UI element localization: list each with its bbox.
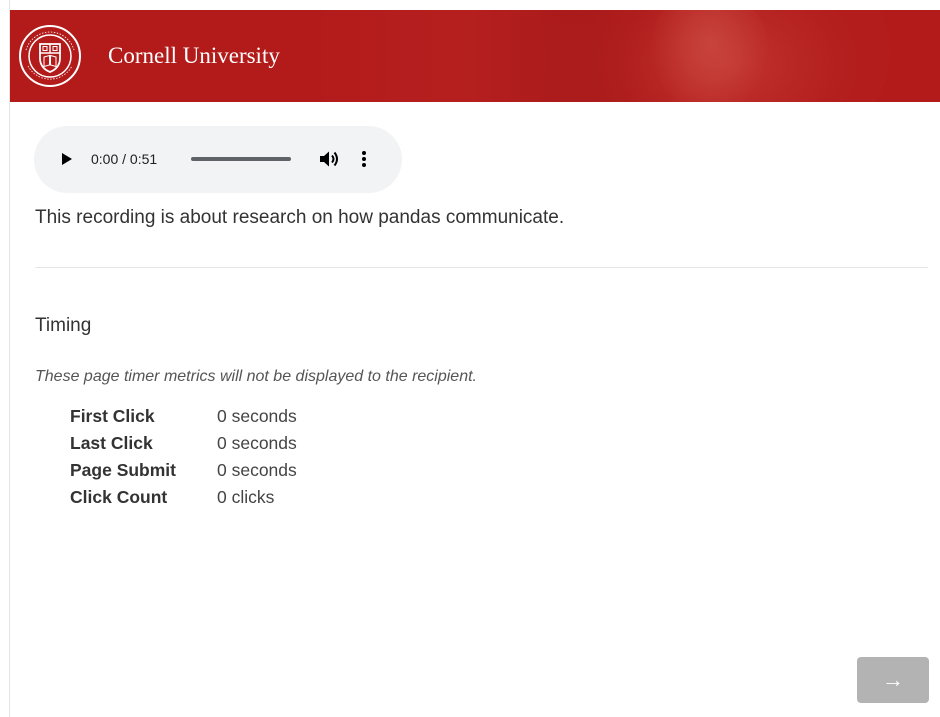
next-button[interactable]: → [857, 657, 929, 703]
volume-icon[interactable] [319, 149, 341, 169]
metric-value: 0 seconds [217, 406, 297, 426]
audio-progress-slider[interactable] [191, 157, 291, 161]
audio-player[interactable]: 0:00 / 0:51 [34, 126, 402, 193]
metric-row-click-count: Click Count 0 clicks [70, 484, 297, 511]
timing-title: Timing [35, 315, 92, 336]
header-banner: Cornell University [10, 10, 940, 102]
metric-label: Last Click [70, 433, 153, 453]
metric-value: 0 clicks [217, 487, 275, 507]
cornell-seal-icon [19, 25, 81, 87]
question-description: This recording is about research on how … [35, 207, 565, 228]
metric-label: Click Count [70, 487, 168, 507]
metric-value: 0 seconds [217, 433, 297, 453]
audio-time-display: 0:00 / 0:51 [91, 151, 158, 167]
section-divider [35, 267, 928, 268]
brand-name: Cornell University [108, 43, 280, 68]
survey-page: Cornell University 0:00 / 0:51 This reco… [9, 0, 940, 717]
play-icon[interactable] [62, 153, 72, 165]
metric-row-last-click: Last Click 0 seconds [70, 430, 297, 457]
metric-row-first-click: First Click 0 seconds [70, 403, 297, 430]
more-vertical-icon[interactable] [360, 149, 368, 169]
timing-metrics: First Click 0 seconds Last Click 0 secon… [70, 403, 297, 511]
metric-label: First Click [70, 406, 155, 426]
timing-note: These page timer metrics will not be dis… [35, 368, 477, 385]
metric-row-page-submit: Page Submit 0 seconds [70, 457, 297, 484]
metric-label: Page Submit [70, 460, 176, 480]
metric-value: 0 seconds [217, 460, 297, 480]
header-portrait-image [650, 10, 770, 102]
